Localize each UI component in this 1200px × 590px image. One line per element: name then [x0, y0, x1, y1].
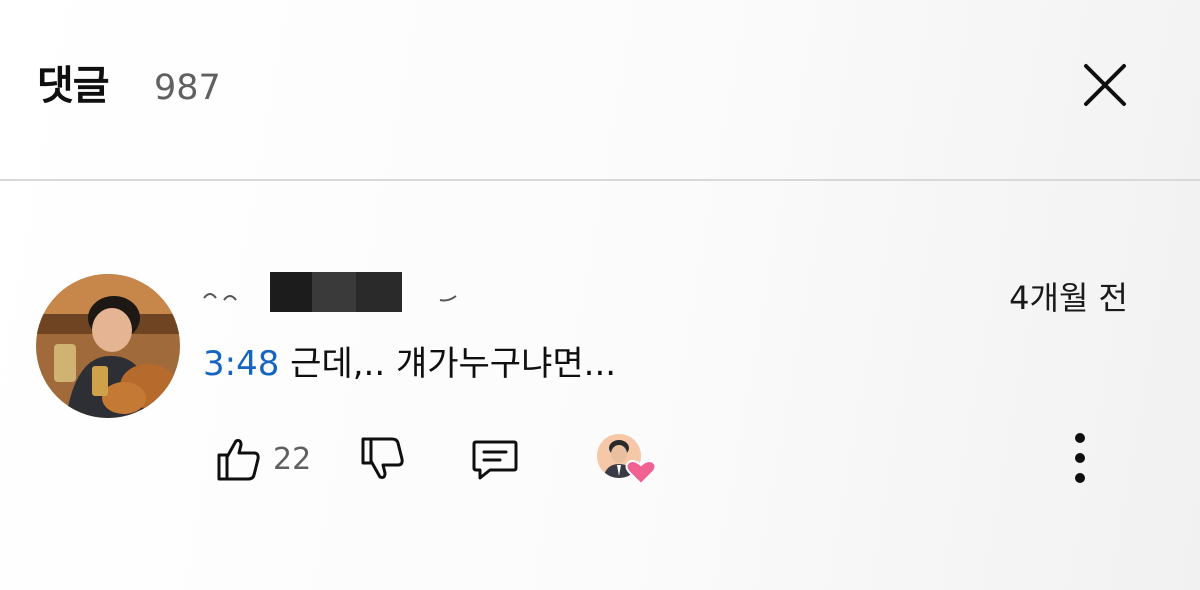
- thumbs-up-icon: [217, 439, 260, 481]
- dislike-button[interactable]: [358, 434, 408, 484]
- thumbs-down-icon: [361, 437, 404, 479]
- reply-button[interactable]: [470, 434, 520, 484]
- comments-header: 댓글 987: [0, 0, 1200, 180]
- like-button[interactable]: [214, 434, 264, 484]
- author-name-redacted[interactable]: [200, 272, 480, 316]
- comments-title: 댓글: [37, 63, 110, 109]
- close-icon: [1084, 64, 1126, 106]
- more-vert-icon: [1075, 433, 1085, 483]
- avatar[interactable]: [36, 274, 180, 418]
- comments-count: 987: [154, 68, 221, 108]
- avatar-photo: [36, 274, 180, 418]
- comment-body: 근데,.. 걔가누구냐면...: [279, 344, 617, 384]
- like-count: 22: [273, 442, 312, 477]
- comment-text: 3:48 근데,.. 걔가누구냐면...: [203, 342, 616, 386]
- reply-icon: [472, 440, 518, 480]
- redaction-block: [203, 272, 457, 312]
- more-options-button[interactable]: [1060, 430, 1100, 490]
- creator-heart-icon: [597, 434, 657, 486]
- close-button[interactable]: [1070, 50, 1140, 120]
- creator-heart-badge: [595, 432, 659, 486]
- header-divider: [0, 179, 1200, 181]
- comment-time: 4개월 전: [1009, 279, 1128, 317]
- timestamp-link[interactable]: 3:48: [203, 344, 279, 384]
- comment-item: 4개월 전 3:48 근데,.. 걔가누구냐면... 22: [0, 182, 1200, 590]
